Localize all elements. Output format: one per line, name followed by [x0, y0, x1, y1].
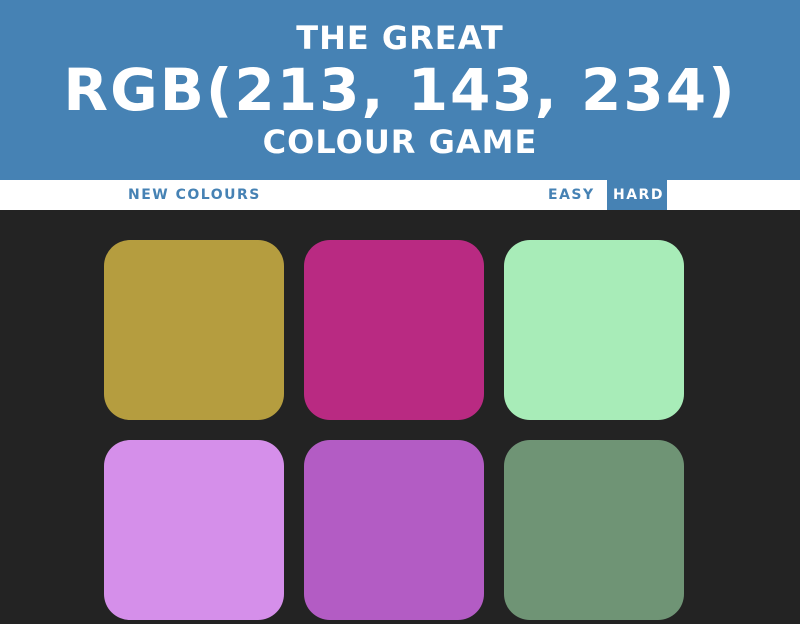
- new-colours-button[interactable]: NEW COLOURS: [122, 180, 267, 210]
- target-rgb-display: RGB(213, 143, 234): [63, 56, 737, 124]
- colour-square-2[interactable]: [304, 240, 484, 420]
- hard-mode-button[interactable]: HARD: [607, 180, 667, 210]
- title-line-1: THE GREAT: [296, 19, 504, 57]
- status-message: [300, 180, 520, 210]
- colour-square-4[interactable]: [104, 440, 284, 620]
- colour-square-1[interactable]: [104, 240, 284, 420]
- game-header: THE GREAT RGB(213, 143, 234) COLOUR GAME: [0, 0, 800, 180]
- colour-board: [0, 210, 800, 624]
- easy-mode-button[interactable]: EASY: [542, 180, 601, 210]
- title-line-3: COLOUR GAME: [262, 123, 538, 161]
- control-stripe: NEW COLOURS EASY HARD: [0, 180, 800, 210]
- colour-square-5[interactable]: [304, 440, 484, 620]
- colour-square-6[interactable]: [504, 440, 684, 620]
- colour-square-3[interactable]: [504, 240, 684, 420]
